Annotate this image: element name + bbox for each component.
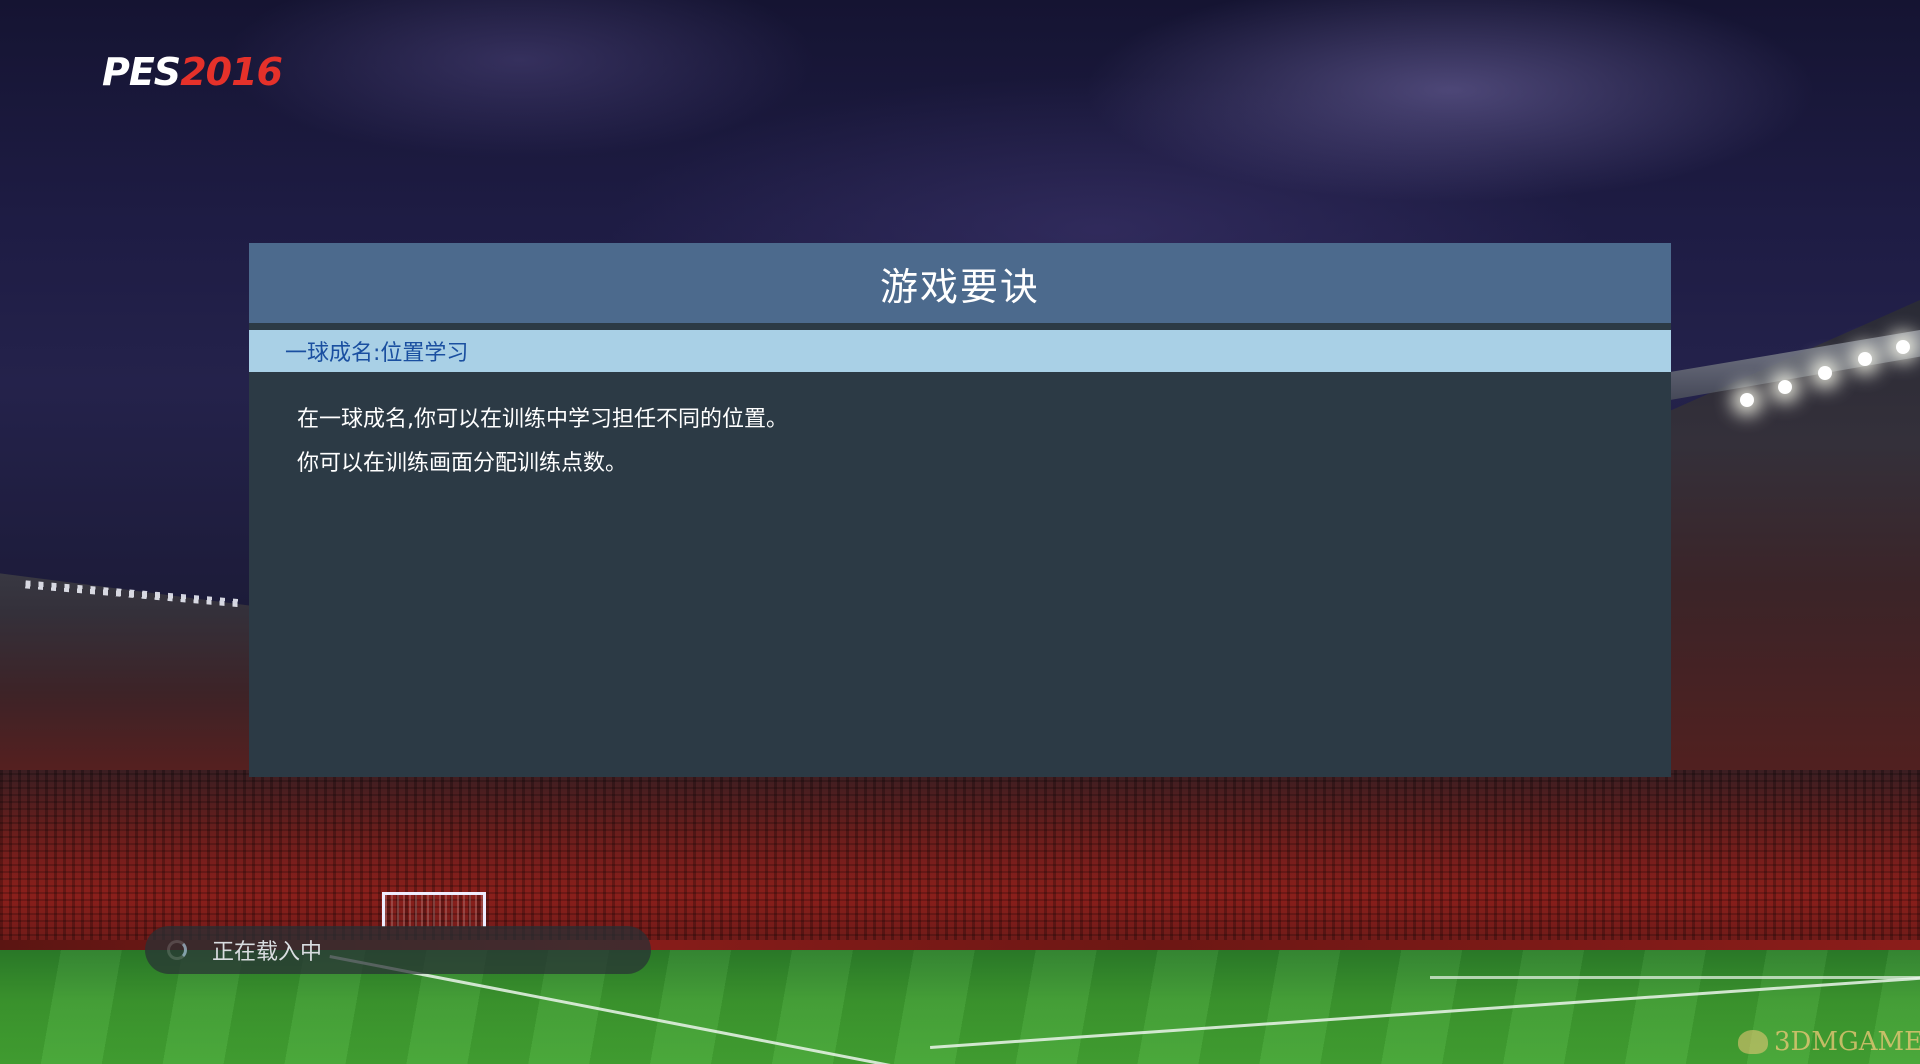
pitch-line xyxy=(1430,976,1920,979)
logo-year-text: 2016 xyxy=(180,50,283,94)
floodlight xyxy=(1896,340,1910,354)
watermark-logo-icon xyxy=(1738,1030,1768,1054)
pes-logo: PES2016 xyxy=(102,50,283,94)
goal-net xyxy=(382,892,486,927)
tips-subtitle: 一球成名:位置学习 xyxy=(285,341,469,366)
floodlight xyxy=(1740,393,1754,407)
floodlight xyxy=(1778,380,1792,394)
watermark-text: 3DMGAME xyxy=(1774,1027,1920,1057)
watermark: 3DMGAME xyxy=(1738,1022,1920,1062)
tips-title: 游戏要诀 xyxy=(879,264,1040,309)
loading-screen: PES2016 游戏要诀 一球成名:位置学习 在一球成名,你可以在训练中学习担任… xyxy=(0,0,1920,1064)
tips-header: 游戏要诀 xyxy=(249,243,1671,323)
tips-body: 在一球成名,你可以在训练中学习担任不同的位置。 你可以在训练画面分配训练点数。 xyxy=(297,398,1597,486)
tips-line: 在一球成名,你可以在训练中学习担任不同的位置。 xyxy=(297,407,788,432)
loading-indicator: 正在载入中 xyxy=(145,926,651,974)
tips-subheader: 一球成名:位置学习 xyxy=(249,330,1671,372)
floodlight xyxy=(1818,366,1832,380)
spinner-icon xyxy=(167,940,187,960)
game-tips-panel: 游戏要诀 一球成名:位置学习 在一球成名,你可以在训练中学习担任不同的位置。 你… xyxy=(249,243,1671,777)
tips-line: 你可以在训练画面分配训练点数。 xyxy=(297,451,628,476)
logo-pes-text: PES xyxy=(102,50,181,94)
loading-label: 正在载入中 xyxy=(212,940,323,965)
stadium-crowd xyxy=(0,770,1920,950)
floodlight xyxy=(1858,352,1872,366)
